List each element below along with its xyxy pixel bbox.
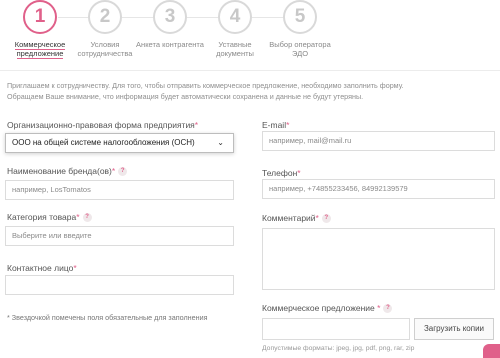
help-icon[interactable]: ? (82, 213, 92, 223)
step-number: 1 (23, 0, 57, 34)
step-5[interactable]: 5 Выбор оператора ЭДО (265, 0, 335, 58)
step-label: Условия сотрудничества (77, 40, 133, 58)
step-number: 3 (153, 0, 187, 34)
brand-label: Наименование бренда(ов)*? (7, 166, 128, 177)
progress-stepper: 1 Коммерческое предложение 2 Условия сот… (0, 0, 500, 66)
chevron-down-icon: ⌄ (217, 138, 224, 147)
intro-line: Приглашаем к сотрудничеству. Для того, ч… (7, 81, 404, 90)
step-number: 2 (88, 0, 122, 34)
email-label: E-mail* (262, 120, 290, 130)
org-form-select[interactable]: ООО на общей системе налогообложения (ОС… (5, 133, 234, 153)
org-form-label: Организационно-правовая форма предприяти… (7, 120, 199, 130)
help-icon[interactable]: ? (321, 214, 331, 224)
step-label: Анкета контрагента (136, 40, 204, 49)
step-3[interactable]: 3 Анкета контрагента (135, 0, 205, 49)
step-2[interactable]: 2 Условия сотрудничества (70, 0, 140, 58)
category-label: Категория товара*? (7, 212, 92, 223)
step-4[interactable]: 4 Уставные документы (200, 0, 270, 58)
divider (0, 70, 500, 71)
step-label: Уставные документы (216, 40, 254, 58)
contact-input[interactable] (5, 275, 234, 295)
phone-input[interactable]: например, +74855233456, 84992139579 (262, 179, 495, 199)
offer-label: Коммерческое предложение *? (262, 303, 393, 314)
brand-input[interactable]: например, LosTomatos (5, 180, 234, 200)
allowed-formats-text: Допустимые форматы: jpeg, jpg, pdf, png,… (262, 345, 415, 352)
org-form-value: ООО на общей системе налогообложения (ОС… (12, 138, 195, 147)
step-1[interactable]: 1 Коммерческое предложение (5, 0, 75, 59)
email-input[interactable]: например, mail@mail.ru (262, 131, 495, 151)
intro-text: Приглашаем к сотрудничеству. Для того, ч… (7, 80, 487, 102)
phone-label: Телефон* (262, 168, 301, 178)
help-icon[interactable]: ? (383, 304, 393, 314)
contact-label: Контактное лицо* (7, 263, 77, 273)
intro-line: Обращаем Ваше внимание, что информация б… (7, 92, 364, 101)
step-number: 5 (283, 0, 317, 34)
offer-file-input[interactable] (262, 318, 410, 340)
chat-widget-button[interactable] (483, 344, 500, 358)
step-label: Выбор оператора ЭДО (269, 40, 331, 58)
step-label: Коммерческое предложение (14, 40, 66, 59)
required-note: * Звездочкой помечены поля обязательные … (7, 313, 208, 322)
upload-copies-button[interactable]: Загрузить копии (414, 318, 494, 340)
help-icon[interactable]: ? (118, 167, 128, 177)
step-number: 4 (218, 0, 252, 34)
comment-label: Комментарий*? (262, 213, 331, 224)
comment-textarea[interactable] (262, 228, 495, 290)
category-input[interactable]: Выберите или введите (5, 226, 234, 246)
